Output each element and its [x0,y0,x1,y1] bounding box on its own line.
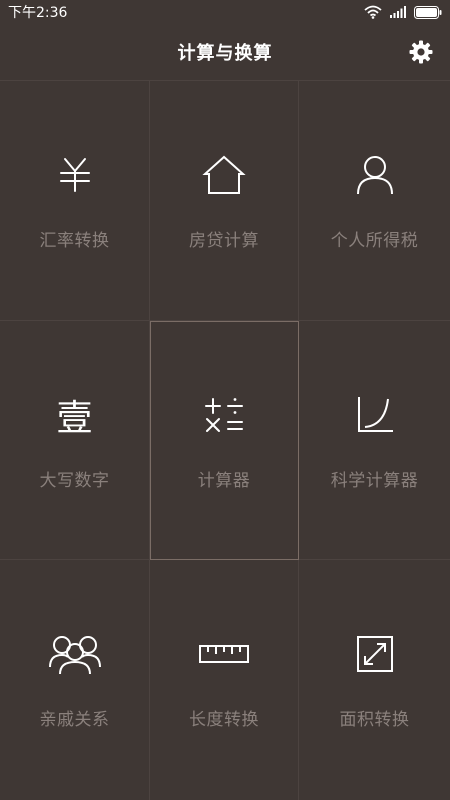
tile-label: 大写数字 [39,471,110,491]
settings-button[interactable] [408,39,434,65]
tile-label: 面积转换 [339,710,410,730]
tile-label: 计算器 [197,471,251,491]
wifi-icon [364,5,382,19]
house-icon [202,153,246,197]
yuan-icon [53,153,97,197]
expand-icon [353,632,397,676]
tile-relatives[interactable]: 亲戚关系 [0,560,150,800]
tile-mortgage[interactable]: 房贷计算 [150,81,299,321]
tile-capital-numbers[interactable]: 壹 大写数字 [0,321,150,560]
tile-label: 房贷计算 [189,231,259,251]
signal-icon [390,6,406,18]
ruler-icon [198,632,250,676]
calculator-icon [202,393,246,437]
tile-scientific-calculator[interactable]: 科学计算器 [299,321,450,560]
app-screen: 下午2:36 计算与换算 汇率转换 房贷计算 个人所得税 壹 大写数字 计算器 … [0,0,450,800]
tile-label: 科学计算器 [330,471,419,491]
tile-calculator[interactable]: 计算器 [150,321,299,560]
status-icons [364,5,442,19]
status-time: 下午2:36 [8,5,68,21]
page-title: 计算与换算 [177,43,273,64]
capital-number-icon: 壹 [56,398,93,439]
tile-exchange-rate[interactable]: 汇率转换 [0,81,150,321]
tile-label: 汇率转换 [39,231,110,251]
tile-label: 长度转换 [189,710,259,730]
tile-area-conversion[interactable]: 面积转换 [299,560,450,800]
tile-length-conversion[interactable]: 长度转换 [150,560,299,800]
app-header: 计算与换算 [0,24,450,81]
tile-income-tax[interactable]: 个人所得税 [299,81,450,321]
status-bar: 下午2:36 [0,0,450,24]
gear-icon [409,40,433,64]
family-icon [48,632,102,676]
tool-grid: 汇率转换 房贷计算 个人所得税 壹 大写数字 计算器 科学计算器 亲戚关系 长度… [0,81,450,800]
curve-graph-icon [353,393,397,437]
battery-icon [414,5,442,19]
tile-label: 个人所得税 [330,231,419,251]
tile-label: 亲戚关系 [39,710,110,730]
person-icon [353,153,397,197]
